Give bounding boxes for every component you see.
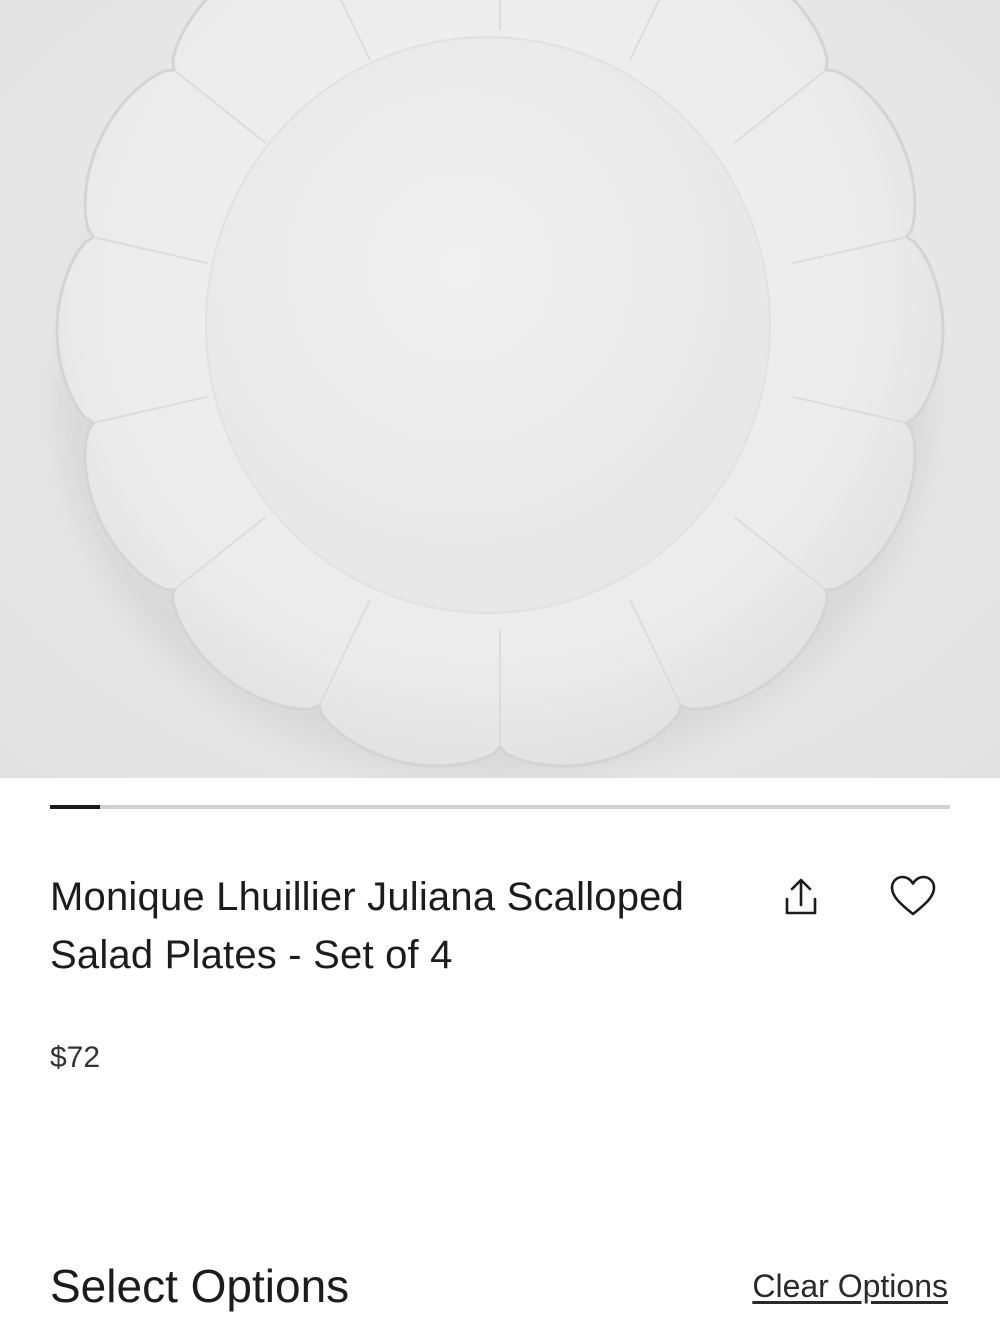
carousel-progress-thumb — [50, 805, 100, 809]
wishlist-button[interactable] — [883, 866, 943, 926]
product-title: Monique Lhuillier Juliana Scalloped Sala… — [50, 875, 685, 977]
image-carousel-progress[interactable] — [50, 805, 950, 809]
share-icon — [785, 878, 817, 915]
product-image[interactable] — [0, 0, 1000, 778]
heart-icon — [890, 875, 936, 916]
clear-options-link[interactable]: Clear Options — [752, 1266, 948, 1306]
product-price: $72 — [50, 1041, 101, 1074]
select-options-heading: Select Options — [50, 1260, 350, 1312]
share-button[interactable] — [771, 868, 831, 928]
plate-illustration — [0, 0, 1000, 778]
